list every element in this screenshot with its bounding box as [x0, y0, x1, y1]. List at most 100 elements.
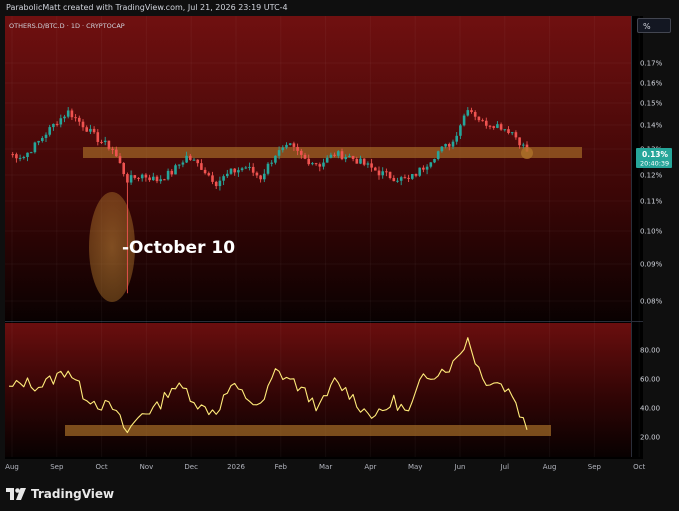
time-axis: Aug Sep Oct Nov Dec 2026 Feb Mar Apr May Jun Jul Aug…: [5, 463, 645, 471]
candle-body: [425, 166, 429, 170]
candle-body: [159, 179, 162, 182]
candle-body: [59, 118, 63, 125]
candle-body: [481, 120, 484, 122]
oscillator-axis-label: 60.00: [640, 376, 660, 384]
candle-body: [248, 166, 251, 168]
candle-body: [277, 150, 281, 156]
candle-body: [85, 127, 88, 132]
candle-body: [218, 180, 222, 187]
candle-body: [89, 128, 92, 132]
candle-body: [325, 157, 329, 163]
candle-body: [340, 151, 344, 160]
percent-scale-button[interactable]: %: [637, 18, 671, 33]
candle-body: [459, 125, 462, 136]
candle-body: [411, 174, 414, 179]
time-axis-label: Sep: [588, 463, 602, 471]
price-badge-countdown: 20:40:39: [640, 160, 669, 168]
candle-body: [366, 163, 370, 165]
candle-body: [407, 177, 410, 179]
candle-body: [329, 154, 333, 158]
candle-body: [107, 140, 111, 149]
candle-body: [503, 129, 507, 131]
candle-body: [15, 154, 18, 159]
time-axis-label: Jul: [500, 463, 510, 471]
oscillator-axis-label: 20.00: [640, 434, 660, 442]
time-axis-label: Oct: [633, 463, 645, 471]
candle-body: [22, 157, 26, 159]
time-axis-label: Jun: [454, 463, 466, 471]
candle-body: [455, 135, 458, 142]
candle-body: [440, 146, 444, 152]
candle-body: [296, 146, 299, 151]
candle-body: [118, 156, 122, 164]
candle-body: [237, 170, 240, 173]
price-badge: 0.13% 20:40:39: [636, 148, 672, 168]
candle-body: [422, 167, 425, 170]
candle-body: [433, 158, 436, 163]
candle-body: [374, 167, 377, 171]
tradingview-wordmark: TradingView: [31, 487, 115, 501]
candle-body: [266, 163, 270, 174]
candle-body: [514, 132, 518, 138]
candle-body: [148, 177, 151, 181]
candle-body: [392, 178, 396, 182]
tradingview-brand: TradingView: [6, 485, 114, 503]
candle-body: [399, 177, 403, 181]
candle-body: [214, 181, 218, 187]
time-axis-label: Sep: [50, 463, 64, 471]
candle-body: [103, 140, 107, 143]
tradingview-logo-icon: [6, 488, 26, 500]
price-axis-label: 0.12%: [640, 172, 663, 180]
candle-body: [207, 173, 211, 176]
candle-body: [44, 134, 48, 139]
candle-body: [251, 166, 255, 173]
candle-body: [211, 175, 214, 182]
candle-body: [41, 138, 44, 141]
candle-body: [111, 148, 114, 150]
candle-body: [200, 163, 203, 170]
candle-body: [274, 155, 277, 163]
candle-body: [100, 141, 103, 143]
candle-body: [163, 179, 166, 181]
candle-body: [37, 140, 40, 143]
candle-body: [314, 163, 318, 165]
time-axis-label: Aug: [543, 463, 557, 471]
candle-body: [344, 157, 347, 160]
candle-body: [285, 144, 288, 148]
candle-body: [170, 170, 174, 175]
candle-body: [255, 172, 259, 176]
candle-body: [133, 175, 137, 178]
candle-body: [485, 120, 488, 126]
candle-body: [362, 158, 366, 165]
candle-body: [499, 124, 503, 130]
time-axis-label: 2026: [227, 463, 245, 471]
candle-body: [377, 170, 381, 176]
candle-body: [418, 167, 421, 176]
price-axis-label: 0.15%: [640, 100, 663, 108]
candle-body: [259, 175, 262, 180]
candle-body: [196, 159, 199, 164]
candle-body: [74, 117, 77, 119]
candle-body: [462, 115, 466, 126]
candle-body: [351, 155, 355, 159]
candle-body: [155, 176, 159, 182]
price-axis-label: 0.11%: [640, 198, 663, 206]
candle-body: [244, 167, 248, 169]
candle-body: [477, 116, 481, 121]
chart-svg: OTHERS.D/BTC.D · 1D · CRYPTOCAP -October…: [5, 16, 672, 471]
candle-body: [144, 174, 148, 178]
candle-body: [129, 175, 133, 183]
candle-body: [48, 127, 51, 135]
oscillator-axis-label: 40.00: [640, 405, 660, 413]
candle-body: [429, 162, 433, 167]
candle-body: [78, 117, 81, 122]
time-axis-label: Mar: [319, 463, 332, 471]
candle-body: [96, 132, 100, 142]
candle-body: [385, 171, 388, 173]
candle-body: [126, 174, 129, 183]
candle-body: [388, 171, 392, 179]
candle-body: [496, 124, 499, 128]
candle-body: [488, 125, 492, 127]
candle-body: [518, 137, 521, 146]
candle-body: [396, 180, 399, 182]
